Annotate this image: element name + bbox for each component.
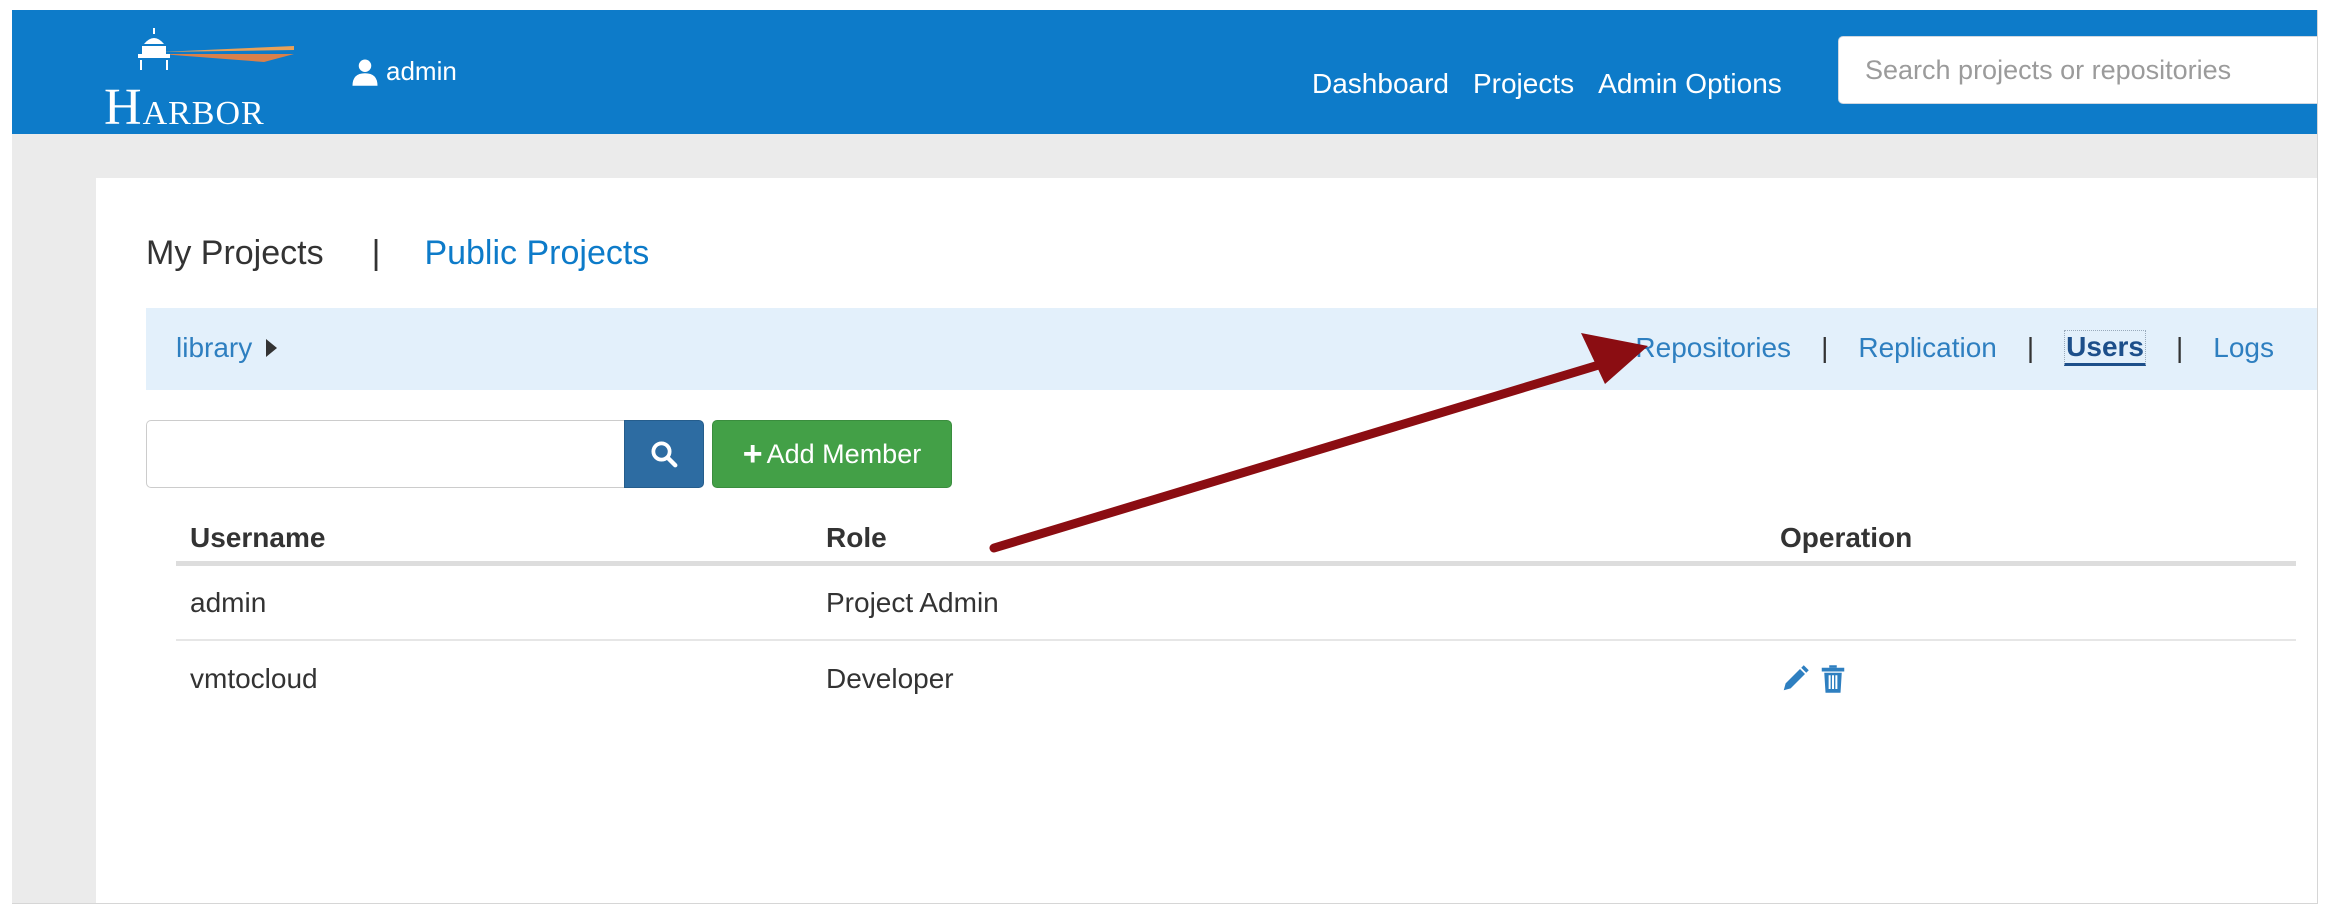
member-toolbar: + Add Member <box>146 420 952 488</box>
add-member-label: Add Member <box>766 438 922 469</box>
username-label: admin <box>386 56 457 86</box>
user-menu[interactable]: admin <box>350 56 457 87</box>
project-subnav: Repositories | Replication | Users | Log… <box>1635 330 2274 366</box>
cell-operation <box>1766 664 2296 694</box>
header-operation: Operation <box>1780 521 1913 553</box>
subnav-separator: | <box>2026 332 2035 363</box>
nav-admin-options[interactable]: Admin Options <box>1598 68 1782 100</box>
caret-right-icon[interactable] <box>266 339 278 357</box>
cell-username: vmtocloud <box>190 662 318 694</box>
app-window: HARBOR admin Dashboard Projects Admin Op… <box>12 10 2318 904</box>
harbor-logo[interactable]: HARBOR <box>104 24 304 136</box>
tab-my-projects[interactable]: My Projects <box>146 234 324 273</box>
cell-username: admin <box>190 586 267 618</box>
search-icon <box>651 441 678 468</box>
logo-wordmark: HARBOR <box>104 79 265 136</box>
cell-role: Developer <box>826 662 954 694</box>
member-search-button[interactable] <box>624 420 704 488</box>
add-member-button[interactable]: + Add Member <box>712 420 952 488</box>
user-icon <box>352 59 378 86</box>
plus-icon: + <box>742 435 763 473</box>
header-role: Role <box>826 521 887 553</box>
subnav-repositories[interactable]: Repositories <box>1635 332 1791 364</box>
global-search <box>1838 36 2317 104</box>
main-nav: Dashboard Projects Admin Options <box>1312 68 1782 100</box>
table-header: Username Role Operation <box>176 514 2296 566</box>
table-row: vmtocloud Developer <box>176 641 2296 716</box>
trash-icon[interactable] <box>1818 664 1848 694</box>
nav-dashboard[interactable]: Dashboard <box>1312 68 1449 100</box>
breadcrumb[interactable]: library <box>176 332 278 364</box>
subnav-users[interactable]: Users <box>2064 330 2146 366</box>
nav-projects[interactable]: Projects <box>1473 68 1574 100</box>
project-subbar: library Repositories | Replication | Use… <box>146 308 2317 390</box>
subnav-separator: | <box>1821 332 1829 363</box>
breadcrumb-project[interactable]: library <box>176 332 252 364</box>
subnav-separator: | <box>2176 332 2184 363</box>
table-row: admin Project Admin <box>176 566 2296 641</box>
member-filter-input[interactable] <box>146 420 624 488</box>
content-panel: My Projects | Public Projects library Re… <box>96 178 2317 903</box>
project-tabs: My Projects | Public Projects <box>146 234 649 273</box>
top-navbar: HARBOR admin Dashboard Projects Admin Op… <box>12 10 2317 136</box>
subnav-replication[interactable]: Replication <box>1858 332 1997 364</box>
global-search-input[interactable] <box>1865 54 2311 86</box>
tab-public-projects[interactable]: Public Projects <box>424 234 649 273</box>
edit-icon[interactable] <box>1780 664 1810 694</box>
tab-separator: | <box>371 234 381 272</box>
header-username: Username <box>190 521 326 553</box>
members-table: Username Role Operation admin Project Ad… <box>176 514 2296 716</box>
cell-role: Project Admin <box>826 586 999 618</box>
subnav-logs[interactable]: Logs <box>2213 332 2274 364</box>
